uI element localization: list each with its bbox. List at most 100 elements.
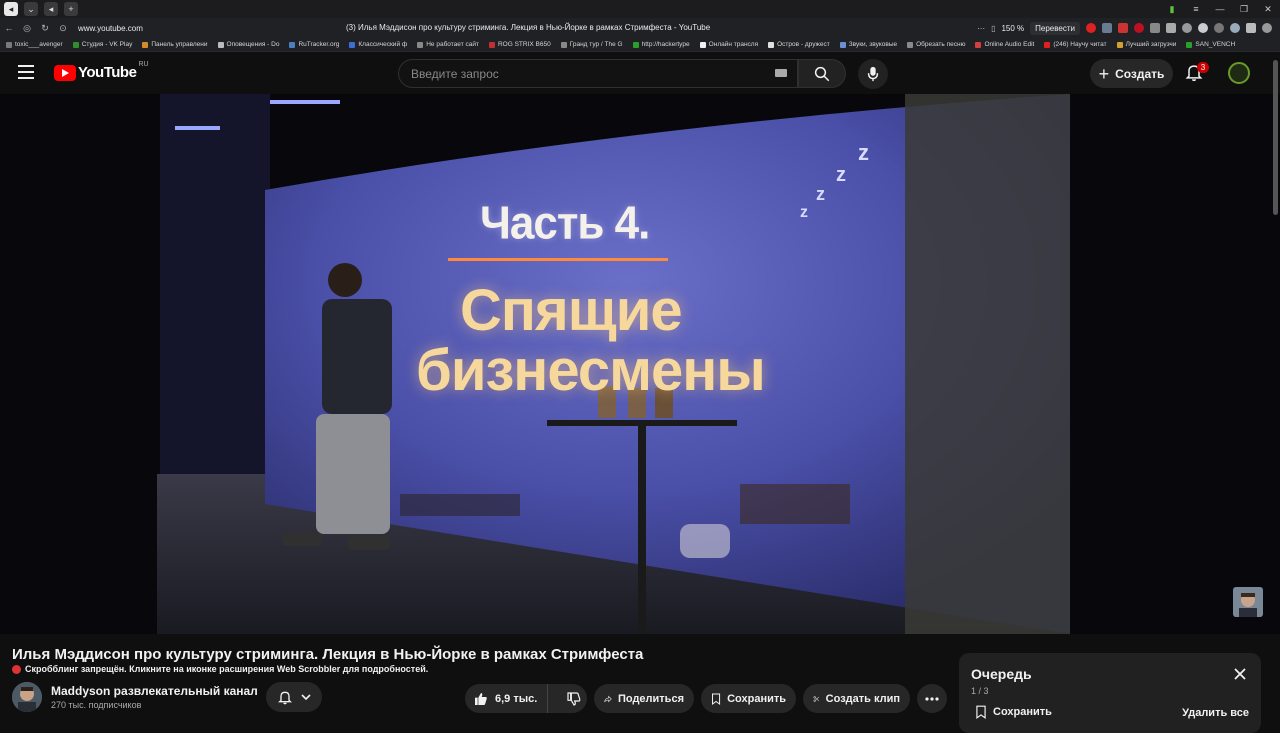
bookmark-label: Оповещения - Do bbox=[226, 41, 280, 48]
back-icon[interactable]: ← bbox=[0, 23, 18, 33]
bookmark-item[interactable]: Не работает сайт bbox=[417, 41, 479, 48]
search-placeholder: Введите запрос bbox=[411, 67, 499, 81]
tab-back-icon[interactable]: ◂ bbox=[44, 2, 58, 16]
url-field[interactable]: www.youtube.com bbox=[78, 24, 338, 33]
bookmark-label: Звуки, звуковые bbox=[848, 41, 898, 48]
menu-dots-icon[interactable] bbox=[1262, 23, 1272, 33]
queue-save-button[interactable]: Сохранить bbox=[975, 705, 1052, 719]
extension-vpn-icon[interactable] bbox=[1214, 23, 1224, 33]
bookmark-item[interactable]: Лучший загрузчи bbox=[1116, 41, 1176, 48]
remove-all-button[interactable]: Удалить все bbox=[1182, 707, 1249, 719]
bookmark-item[interactable]: toxic___avenger bbox=[6, 41, 63, 48]
miniplayer-thumbnail[interactable] bbox=[1233, 587, 1263, 617]
more-dots-icon[interactable]: ⋯ bbox=[977, 24, 985, 33]
video-title: Илья Мэддисон про культуру стриминга. Ле… bbox=[12, 646, 644, 663]
scrobbler-notice[interactable]: Скробблинг запрещён. Кликните на иконке … bbox=[12, 664, 428, 674]
queue-panel: Очередь 1 / 3 Сохранить Удалить все bbox=[959, 653, 1261, 733]
channel-name[interactable]: Maddyson развлекательный канал bbox=[51, 684, 258, 698]
save-bookmark-icon bbox=[712, 692, 721, 705]
subscribed-bell-button[interactable] bbox=[266, 682, 322, 712]
bookmark-item[interactable]: Студия - VK Play bbox=[72, 41, 132, 48]
bookmark-item[interactable]: Оповещения - Do bbox=[217, 41, 280, 48]
bookmark-item[interactable]: Классический ф bbox=[349, 41, 407, 48]
bookmark-item[interactable]: RuTracker.org bbox=[289, 41, 339, 48]
bookmark-item[interactable]: Онлайн трансля bbox=[699, 41, 759, 48]
bookmark-item[interactable]: Остров - дружест bbox=[768, 41, 830, 48]
downloads-icon[interactable] bbox=[1246, 23, 1256, 33]
like-count: 6,9 тыс. bbox=[495, 692, 538, 705]
home-icon[interactable]: ◎ bbox=[18, 23, 36, 34]
bookmark-item[interactable]: Обрезать песню bbox=[907, 41, 965, 48]
bookmark-item[interactable]: Панель управлени bbox=[142, 41, 208, 48]
menu-icon[interactable] bbox=[18, 65, 34, 79]
restore-icon[interactable]: ❐ bbox=[1232, 4, 1256, 15]
close-window-icon[interactable]: ✕ bbox=[1256, 4, 1280, 15]
dislike-button[interactable] bbox=[554, 684, 594, 713]
bookmark-favicon-icon bbox=[488, 41, 495, 48]
extension-red-icon[interactable] bbox=[1086, 23, 1096, 33]
plus-icon: + bbox=[1098, 63, 1110, 84]
voice-search-button[interactable] bbox=[858, 59, 888, 89]
tabs-menu-icon[interactable]: ≡ bbox=[1184, 4, 1208, 14]
translate-button[interactable]: Перевести bbox=[1030, 21, 1080, 35]
scrobbler-text: Скробблинг запрещён. Кликните на иконке … bbox=[25, 664, 429, 674]
extension-photo-icon[interactable] bbox=[1102, 23, 1112, 33]
page-scrollbar[interactable] bbox=[1273, 60, 1278, 215]
bookmark-label: http://hackertype bbox=[641, 41, 690, 48]
bookmark-item[interactable]: ROG STRIX B650 bbox=[488, 41, 551, 48]
search-input[interactable]: Введите запрос bbox=[398, 59, 798, 88]
bookmark-icon[interactable]: ▯ bbox=[991, 24, 995, 33]
keyboard-icon[interactable] bbox=[775, 69, 787, 77]
search-button[interactable] bbox=[798, 59, 846, 88]
video-player[interactable]: Часть 4. Спящие бизнесмены z z z z bbox=[0, 94, 1280, 634]
channel-avatar[interactable] bbox=[12, 682, 42, 712]
extension-cursor-icon[interactable] bbox=[1198, 23, 1208, 33]
extension-lastfm-icon[interactable] bbox=[1134, 23, 1144, 33]
bookmarks-bar: toxic___avenger Студия - VK Play Панель уп… bbox=[0, 38, 1280, 52]
notification-badge: 3 bbox=[1197, 62, 1209, 73]
account-avatar[interactable] bbox=[1228, 62, 1250, 84]
extension-icon[interactable]: ▮ bbox=[1160, 4, 1184, 15]
bookmark-item[interactable]: Звуки, звуковые bbox=[839, 41, 898, 48]
thumbs-up-icon bbox=[475, 692, 487, 705]
more-actions-button[interactable] bbox=[917, 684, 947, 713]
tab-dropdown-icon[interactable]: ⌄ bbox=[24, 2, 38, 16]
bookmark-item[interactable]: Online Audio Edit bbox=[975, 41, 1034, 48]
bookmark-item[interactable]: http://hackertype bbox=[632, 41, 690, 48]
bookmark-item[interactable]: Гранд тур / The G bbox=[560, 41, 623, 48]
create-label: Создать bbox=[1115, 66, 1165, 81]
share-label: Поделиться bbox=[617, 692, 684, 705]
new-tab-icon[interactable]: + bbox=[64, 2, 78, 16]
save-button[interactable]: Сохранить bbox=[701, 684, 796, 713]
bookmark-item[interactable]: SAN_VENCH bbox=[1186, 41, 1235, 48]
tab-audio-icon[interactable]: ◂ bbox=[4, 2, 18, 16]
bookmark-label: RuTracker.org bbox=[298, 41, 340, 48]
bookmark-label: Онлайн трансля bbox=[708, 41, 759, 48]
create-clip-button[interactable]: Создать клип bbox=[803, 684, 910, 713]
share-button[interactable]: Поделиться bbox=[594, 684, 694, 713]
bookmark-favicon-icon bbox=[142, 41, 149, 48]
create-button[interactable]: + Создать bbox=[1090, 59, 1173, 88]
like-button[interactable]: 6,9 тыс. bbox=[465, 684, 549, 713]
bookmark-label: Остров - дружест bbox=[777, 41, 830, 48]
site-info-icon[interactable]: ⊙ bbox=[54, 23, 72, 34]
extension-youtube-icon[interactable] bbox=[1118, 23, 1128, 33]
scissors-icon bbox=[813, 695, 820, 702]
minimize-icon[interactable]: — bbox=[1208, 4, 1232, 14]
extension-translate-icon[interactable] bbox=[1230, 23, 1240, 33]
close-queue-button[interactable] bbox=[1233, 667, 1247, 681]
chevron-down-icon bbox=[301, 694, 311, 701]
reload-icon[interactable]: ↻ bbox=[36, 23, 54, 34]
country-code: RU bbox=[138, 61, 149, 68]
zzz-letter: z bbox=[800, 204, 808, 221]
bookmark-favicon-icon bbox=[1044, 41, 1051, 48]
extension-shield-icon[interactable] bbox=[1150, 23, 1160, 33]
bookmark-item[interactable]: (246) Научу читат bbox=[1044, 41, 1107, 48]
extension-globe-icon[interactable] bbox=[1182, 23, 1192, 33]
zoom-level[interactable]: 150 % bbox=[1001, 24, 1024, 33]
more-horizontal-icon bbox=[925, 696, 939, 701]
youtube-logo[interactable]: YouTube RU bbox=[54, 61, 149, 81]
extension-puzzle-icon[interactable] bbox=[1166, 23, 1176, 33]
bookmark-favicon-icon bbox=[632, 41, 639, 48]
queue-title: Очередь bbox=[971, 666, 1032, 682]
